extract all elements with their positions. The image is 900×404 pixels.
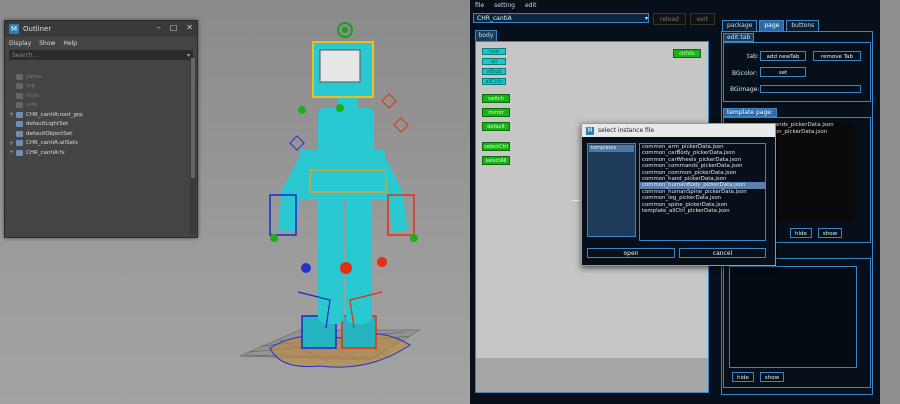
menu-file[interactable]: file	[475, 2, 484, 9]
reload-button[interactable]: reload	[653, 13, 686, 25]
character-select[interactable]: CHR_cantiA ▾	[473, 13, 649, 23]
ctrl-vis-button[interactable]: ctrlVis	[673, 49, 701, 58]
expand-icon[interactable]: +	[9, 149, 16, 156]
all-sub-button[interactable]: allSub	[482, 68, 506, 75]
minimize-icon[interactable]: –	[157, 23, 161, 32]
ctrl-diamond	[393, 117, 409, 133]
ground-control-curve	[269, 332, 411, 368]
viewport-edge	[880, 0, 900, 404]
menu-show[interactable]: Show	[39, 40, 55, 47]
exit-button[interactable]: exit	[689, 13, 716, 25]
set-icon	[16, 140, 23, 147]
remove-tab-button[interactable]: remove Tab	[813, 51, 861, 61]
outliner-item[interactable]: persp	[9, 72, 187, 82]
page-show-button[interactable]: show	[760, 372, 784, 382]
outliner-item[interactable]: top	[9, 82, 187, 92]
set-icon	[16, 149, 23, 156]
bg-color-label: BGcolor:	[732, 70, 758, 77]
ctrl-marker	[298, 106, 306, 114]
outliner-list: persp top front side + CHR_cantiA:root_gr…	[9, 72, 187, 158]
outliner-scrollbar[interactable]	[190, 57, 196, 235]
root-button[interactable]: root	[482, 48, 506, 55]
all-button[interactable]: all	[482, 58, 506, 65]
camera-icon	[16, 102, 23, 109]
ctrl-marker	[410, 234, 418, 242]
ctrl-marker	[336, 104, 344, 112]
chevron-down-icon: ▾	[644, 14, 648, 22]
chest	[318, 108, 374, 152]
monitor-screen	[319, 49, 361, 83]
edit-tab-label: edit tab	[723, 33, 755, 42]
file-list[interactable]: common_arm_pickerData.json common_carBody…	[639, 143, 766, 241]
outliner-item[interactable]: side	[9, 101, 187, 111]
folder-item-selected[interactable]: templates	[589, 145, 634, 152]
file-list-item[interactable]: template_allCtrl_pickerData.json	[640, 208, 765, 214]
switch-button[interactable]: switch	[482, 94, 510, 103]
dialog-title: select instance file	[598, 127, 655, 134]
outliner-menubar: Display Show Help	[5, 37, 197, 49]
dialog-titlebar[interactable]: M select instance file	[582, 124, 775, 137]
ctrl-diamond	[381, 93, 397, 109]
canvas-bottom-band	[476, 358, 708, 392]
template-page-label: template page:	[723, 108, 777, 117]
outliner-search-input[interactable]: Search... ▾	[9, 50, 193, 60]
add-new-tab-button[interactable]: add newTab	[760, 51, 806, 61]
open-button[interactable]: open	[587, 248, 675, 258]
set-bg-color-button[interactable]: set	[760, 67, 806, 77]
outliner-item[interactable]: + CHR_cantiA:root_grp	[9, 110, 187, 120]
outliner-item[interactable]: defaultObjectSet	[9, 129, 187, 139]
right-leg	[346, 196, 372, 324]
outliner-item[interactable]: + CHR_cantiA:fx	[9, 148, 187, 158]
ctrl-marker	[377, 257, 387, 267]
bg-image-label: BGimage:	[730, 86, 760, 93]
outliner-item[interactable]: defaultLightSet	[9, 120, 187, 130]
menu-setting[interactable]: setting	[494, 2, 515, 9]
menu-edit[interactable]: edit	[525, 2, 537, 9]
outliner-item[interactable]: front	[9, 91, 187, 101]
ctrl-marker	[301, 263, 311, 273]
group-icon	[16, 111, 23, 118]
close-icon[interactable]: ✕	[186, 23, 193, 32]
left-leg	[318, 196, 344, 324]
folder-list[interactable]: templates	[587, 143, 636, 237]
maya-logo-icon: M	[586, 126, 594, 135]
expand-icon[interactable]: +	[9, 140, 16, 147]
camera-icon	[16, 92, 23, 99]
mirror-button[interactable]: mirror	[482, 108, 510, 117]
select-instance-file-dialog[interactable]: M select instance file templates common_…	[581, 123, 776, 266]
camera-icon	[16, 83, 23, 90]
tab-label: tab:	[747, 53, 759, 60]
dialog-body: templates common_arm_pickerData.json comm…	[582, 137, 775, 265]
bg-image-field[interactable]	[760, 85, 861, 93]
select-all-button[interactable]: selectAll	[482, 156, 510, 165]
camera-icon	[16, 73, 23, 80]
maya-logo-icon: M	[9, 24, 19, 34]
head-top-dot	[342, 27, 348, 33]
menu-help[interactable]: Help	[63, 40, 77, 47]
menu-display[interactable]: Display	[9, 40, 31, 47]
maximize-icon[interactable]: □	[170, 23, 178, 32]
template-show-button[interactable]: show	[818, 228, 842, 238]
page-hide-button[interactable]: hide	[732, 372, 754, 382]
set-icon	[16, 130, 23, 137]
expand-icon[interactable]: +	[9, 111, 16, 118]
template-hide-button[interactable]: hide	[790, 228, 812, 238]
ctrl-diamond	[289, 135, 305, 151]
outliner-window[interactable]: M Outliner – □ ✕ Display Show Help Searc…	[4, 20, 198, 238]
page-buttons-list[interactable]	[729, 266, 857, 368]
set-icon	[16, 121, 23, 128]
outliner-item[interactable]: + CHR_cantiA:allSets	[9, 139, 187, 149]
default-button[interactable]: default	[482, 122, 510, 131]
ctrl-marker	[270, 234, 278, 242]
select-ctrl-button[interactable]: selectCtrl	[482, 142, 510, 151]
outliner-titlebar[interactable]: M Outliner – □ ✕	[5, 21, 197, 37]
picker-menubar: file setting edit	[470, 0, 880, 10]
cancel-button[interactable]: cancel	[679, 248, 766, 258]
search-placeholder: Search...	[12, 51, 39, 59]
outliner-title: Outliner	[23, 25, 52, 33]
ctrl-marker	[340, 262, 352, 274]
all-ctrls-button[interactable]: allCtrls	[482, 78, 506, 85]
